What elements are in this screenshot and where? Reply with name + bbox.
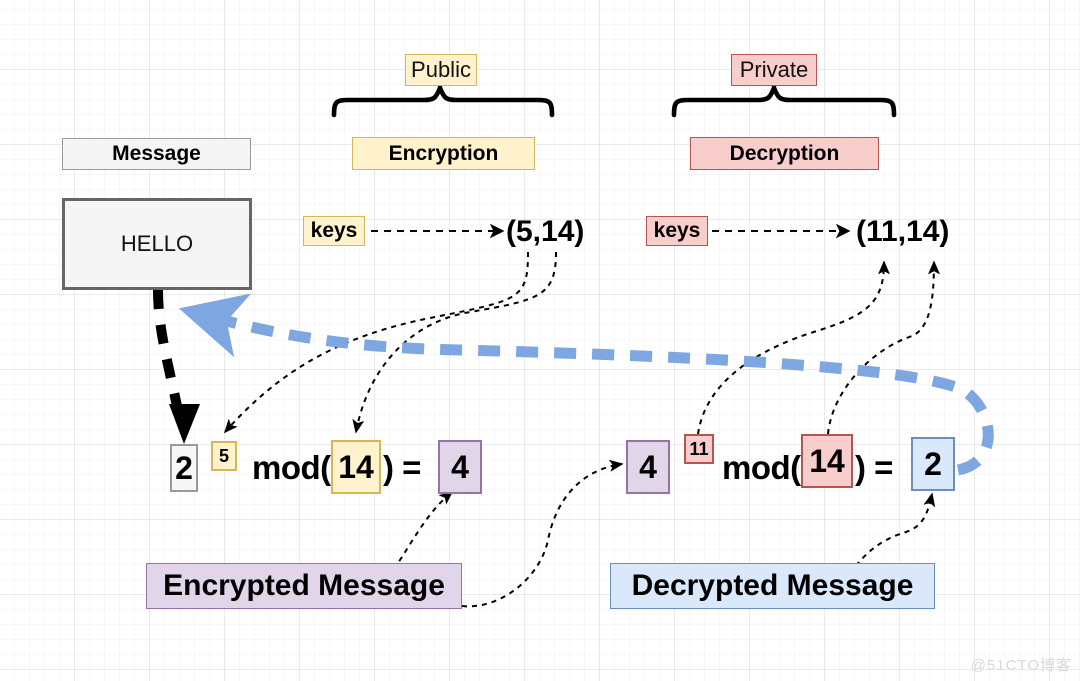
formula-left-modulus-text: 14 <box>338 448 374 485</box>
formula-left-mod-open: mod( <box>252 444 336 492</box>
message-value-text: HELLO <box>120 231 194 256</box>
formula-right-mod-open: mod( <box>722 444 806 492</box>
watermark: @51CTO博客 <box>971 654 1072 675</box>
arrow-formula-mod-to-private-mod <box>827 260 940 435</box>
formula-left-mod-open-text: mod( <box>252 449 331 486</box>
decrypted-message-label: Decrypted Message <box>610 563 935 609</box>
message-title-text: Message <box>112 142 201 165</box>
formula-right-exponent-text: 11 <box>689 438 709 459</box>
group-label-private: Private <box>731 54 817 86</box>
public-key-pair-text: (5,14) <box>506 215 585 248</box>
formula-right-mod-close: ) = <box>855 444 909 492</box>
formula-right-exponent: 11 <box>684 434 714 464</box>
message-title: Message <box>62 138 251 170</box>
formula-left-result: 4 <box>438 440 482 494</box>
formula-right-base: 4 <box>626 440 670 494</box>
formula-left-base-text: 2 <box>175 449 193 486</box>
arrow-public-exp-to-formula-exp <box>223 251 529 434</box>
brace-private <box>671 79 897 118</box>
private-key-pair: (11,14) <box>856 215 968 249</box>
formula-left-exponent-text: 5 <box>218 445 229 466</box>
group-label-public-text: Public <box>411 57 471 82</box>
public-keys-label: keys <box>303 216 365 246</box>
formula-right-result: 2 <box>911 437 955 491</box>
band-decryption-text: Decryption <box>729 141 840 165</box>
formula-left-modulus: 14 <box>331 440 381 494</box>
formula-right-mod-close-text: ) = <box>855 449 893 486</box>
arrow-message-to-base-head <box>169 404 200 444</box>
private-keys-text: keys <box>653 219 701 242</box>
arrow-message-to-base <box>153 289 185 422</box>
private-keys-label: keys <box>646 216 708 246</box>
formula-right-modulus-text: 14 <box>809 442 845 479</box>
public-keys-text: keys <box>310 219 358 242</box>
formula-right-base-text: 4 <box>639 448 657 485</box>
public-key-pair: (5,14) <box>506 215 600 249</box>
arrow-ciphertext-transfer <box>461 459 624 608</box>
private-key-pair-text: (11,14) <box>856 215 950 248</box>
group-label-private-text: Private <box>739 57 809 82</box>
formula-right-modulus: 14 <box>801 434 853 488</box>
diagram-canvas: Public Private Encryption Decryption Mes… <box>0 0 1080 681</box>
formula-left-mod-close: ) = <box>383 444 437 492</box>
encrypted-message-label: Encrypted Message <box>146 563 462 609</box>
decrypted-message-text: Decrypted Message <box>631 569 914 602</box>
message-box: HELLO <box>62 198 252 290</box>
formula-left-result-text: 4 <box>451 448 469 485</box>
arrow-public-mod-to-formula-mod <box>352 251 557 434</box>
band-decryption: Decryption <box>690 137 879 170</box>
formula-right-mod-open-text: mod( <box>722 449 801 486</box>
formula-left-base: 2 <box>170 444 198 492</box>
group-label-public: Public <box>405 54 477 86</box>
band-encryption-text: Encryption <box>388 141 499 165</box>
encrypted-message-text: Encrypted Message <box>163 569 445 602</box>
arrow-decrypted-label-to-result <box>855 492 936 567</box>
watermark-text: @51CTO博客 <box>970 657 1072 674</box>
formula-right-result-text: 2 <box>924 445 942 482</box>
band-encryption: Encryption <box>352 137 535 170</box>
brace-public <box>331 79 555 118</box>
formula-left-mod-close-text: ) = <box>383 449 421 486</box>
formula-left-exponent: 5 <box>211 441 237 471</box>
arrow-formula-exp-to-private-exp <box>697 260 890 435</box>
